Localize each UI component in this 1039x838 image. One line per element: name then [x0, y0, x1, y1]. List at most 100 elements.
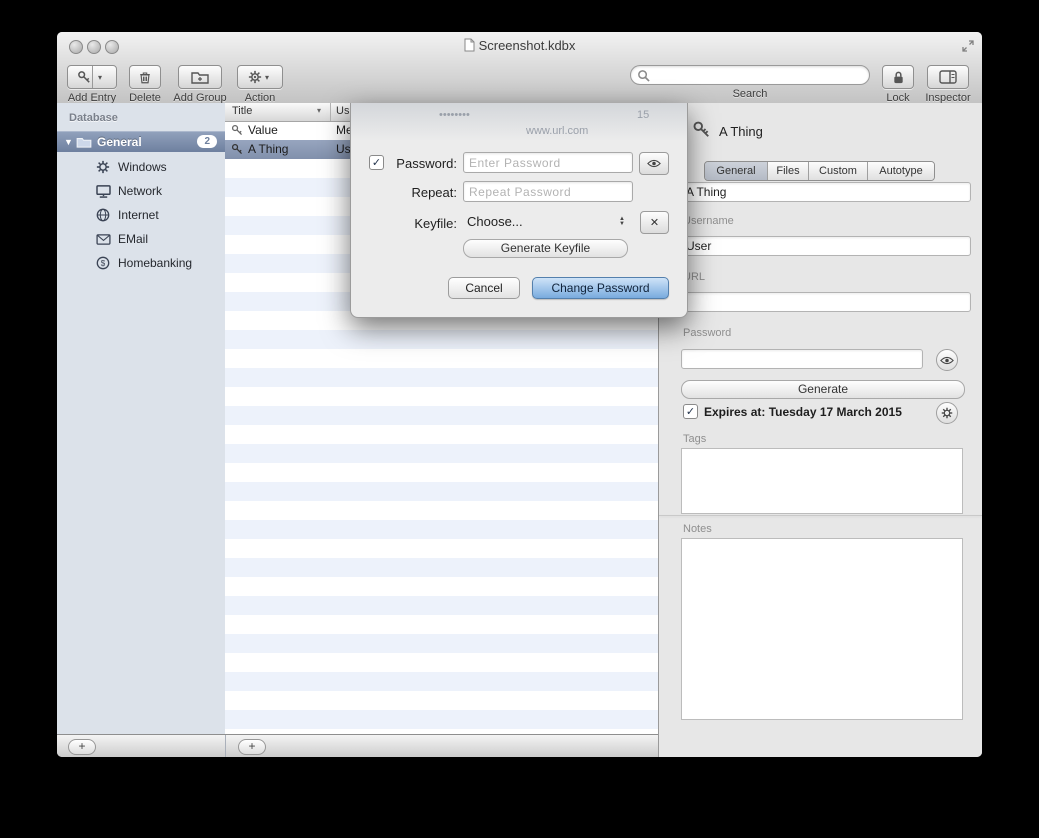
group-count-badge: 2 — [197, 135, 217, 148]
tab-files[interactable]: Files — [767, 162, 808, 180]
inspector-entry-title: A Thing — [719, 124, 763, 139]
key-icon — [77, 70, 92, 85]
sidebar-item-email[interactable]: EMail — [57, 227, 225, 251]
key-icon — [692, 120, 712, 143]
svg-text:$: $ — [101, 259, 106, 268]
url-field[interactable] — [681, 292, 971, 312]
fullscreen-icon[interactable] — [962, 39, 974, 57]
search-input[interactable] — [630, 65, 870, 85]
sidebar-item-label: Homebanking — [118, 256, 192, 270]
ghost-modified: 15 — [637, 109, 649, 121]
add-entry-dropdown-arrow[interactable]: ▾ — [92, 66, 107, 88]
tab-general[interactable]: General — [705, 162, 767, 180]
keyfile-popup[interactable]: Choose... ▲▼ — [467, 214, 625, 229]
key-icon — [231, 124, 244, 140]
delete-button[interactable] — [129, 65, 161, 89]
toolbar-action: ▾ Action — [237, 65, 283, 104]
key-icon — [231, 143, 244, 159]
window-chrome: Screenshot.kdbx ▾ Add Entry Delete — [57, 32, 982, 104]
toolbar-delete: Delete — [125, 65, 165, 104]
password-enable-checkbox[interactable]: ✓ — [369, 155, 384, 170]
change-password-button[interactable]: Change Password — [532, 277, 669, 299]
folder-icon — [76, 136, 92, 148]
keyfile-popup-value: Choose... — [467, 214, 523, 229]
generate-password-button[interactable]: Generate — [681, 380, 965, 399]
window-title: Screenshot.kdbx — [57, 38, 982, 53]
gear-icon — [248, 70, 262, 84]
row-title: Value — [248, 123, 278, 137]
app-window: Screenshot.kdbx ▾ Add Entry Delete — [57, 32, 982, 757]
add-group-button[interactable] — [178, 65, 222, 89]
dialog-repeat-label: Repeat: — [389, 185, 457, 200]
expires-checkbox[interactable]: ✓ — [683, 404, 698, 419]
column-divider[interactable] — [330, 103, 331, 121]
bottom-bar: + + — [57, 734, 658, 757]
column-header-title[interactable]: Title — [232, 105, 252, 117]
toolbar-search: Search — [630, 65, 870, 100]
lock-button[interactable] — [882, 65, 914, 89]
eye-icon — [647, 159, 661, 168]
folder-plus-icon — [191, 70, 209, 84]
sidebar-item-network[interactable]: Network — [57, 179, 225, 203]
toolbar-add-group: Add Group — [169, 65, 231, 104]
search-icon — [637, 69, 650, 82]
add-entry-plus-button[interactable]: + — [238, 739, 266, 755]
toolbar-lock: Lock — [877, 65, 919, 104]
dialog-password-label: Password: — [389, 156, 457, 171]
tags-label: Tags — [683, 433, 706, 445]
tab-autotype[interactable]: Autotype — [867, 162, 934, 180]
popup-stepper-icon: ▲▼ — [619, 217, 625, 227]
row-title: A Thing — [248, 142, 288, 156]
sidebar-item-label: Windows — [118, 160, 167, 174]
gear-icon — [95, 160, 111, 174]
inspector-tabs: General Files Custom Autotype — [704, 161, 935, 181]
tags-input[interactable] — [681, 448, 963, 514]
sidebar-item-label: Internet — [118, 208, 159, 222]
search-label: Search — [630, 88, 870, 100]
tab-custom[interactable]: Custom — [808, 162, 867, 180]
change-password-sheet: •••••••• www.url.com 15 ✓ Password: Repe… — [350, 103, 688, 318]
group-label: General — [97, 135, 197, 149]
column-header-username[interactable]: Us — [336, 105, 349, 117]
ghost-url: www.url.com — [526, 125, 588, 137]
inspector-button[interactable] — [927, 65, 969, 89]
expires-settings-button[interactable] — [936, 402, 958, 424]
dialog-keyfile-label: Keyfile: — [389, 216, 457, 231]
add-entry-button[interactable]: ▾ — [67, 65, 117, 89]
dialog-show-password-button[interactable] — [639, 152, 669, 175]
dollar-icon: $ — [95, 256, 111, 270]
action-dropdown-arrow[interactable]: ▾ — [262, 66, 272, 88]
envelope-icon — [95, 234, 111, 245]
show-password-button[interactable] — [936, 349, 958, 371]
keyfile-clear-button[interactable]: ✕ — [640, 211, 669, 234]
generate-keyfile-button[interactable]: Generate Keyfile — [463, 239, 628, 258]
trash-icon — [138, 70, 152, 85]
sidebar-item-internet[interactable]: Internet — [57, 203, 225, 227]
ghost-password-dots: •••••••• — [439, 109, 470, 121]
sidebar-item-windows[interactable]: Windows — [57, 155, 225, 179]
sidebar-item-homebanking[interactable]: $ Homebanking — [57, 251, 225, 275]
add-group-plus-button[interactable]: + — [68, 739, 96, 755]
dialog-password-input[interactable] — [463, 152, 633, 173]
toolbar-inspector: Inspector — [921, 65, 975, 104]
action-button[interactable]: ▾ — [237, 65, 283, 89]
sheet-backdrop: •••••••• www.url.com 15 — [351, 103, 687, 141]
password-label: Password — [683, 327, 731, 339]
notes-input[interactable] — [681, 538, 963, 720]
username-field[interactable] — [681, 236, 971, 256]
password-field[interactable] — [681, 349, 923, 369]
sidebar-group-general[interactable]: ▼ General 2 — [57, 131, 225, 152]
dialog-repeat-input[interactable] — [463, 181, 633, 202]
title-field[interactable] — [681, 182, 971, 202]
globe-icon — [95, 208, 111, 222]
padlock-icon — [892, 70, 905, 85]
disclosure-triangle-icon[interactable]: ▼ — [64, 137, 76, 147]
sidebar-item-label: EMail — [118, 232, 148, 246]
expires-row: ✓ Expires at: Tuesday 17 March 2015 — [683, 404, 902, 419]
sidebar-section-header: Database — [69, 112, 118, 124]
gear-icon — [941, 407, 953, 419]
close-icon: ✕ — [650, 216, 659, 229]
cancel-button[interactable]: Cancel — [448, 277, 520, 299]
section-divider — [659, 515, 982, 516]
toolbar-add-entry: ▾ Add Entry — [65, 65, 119, 104]
